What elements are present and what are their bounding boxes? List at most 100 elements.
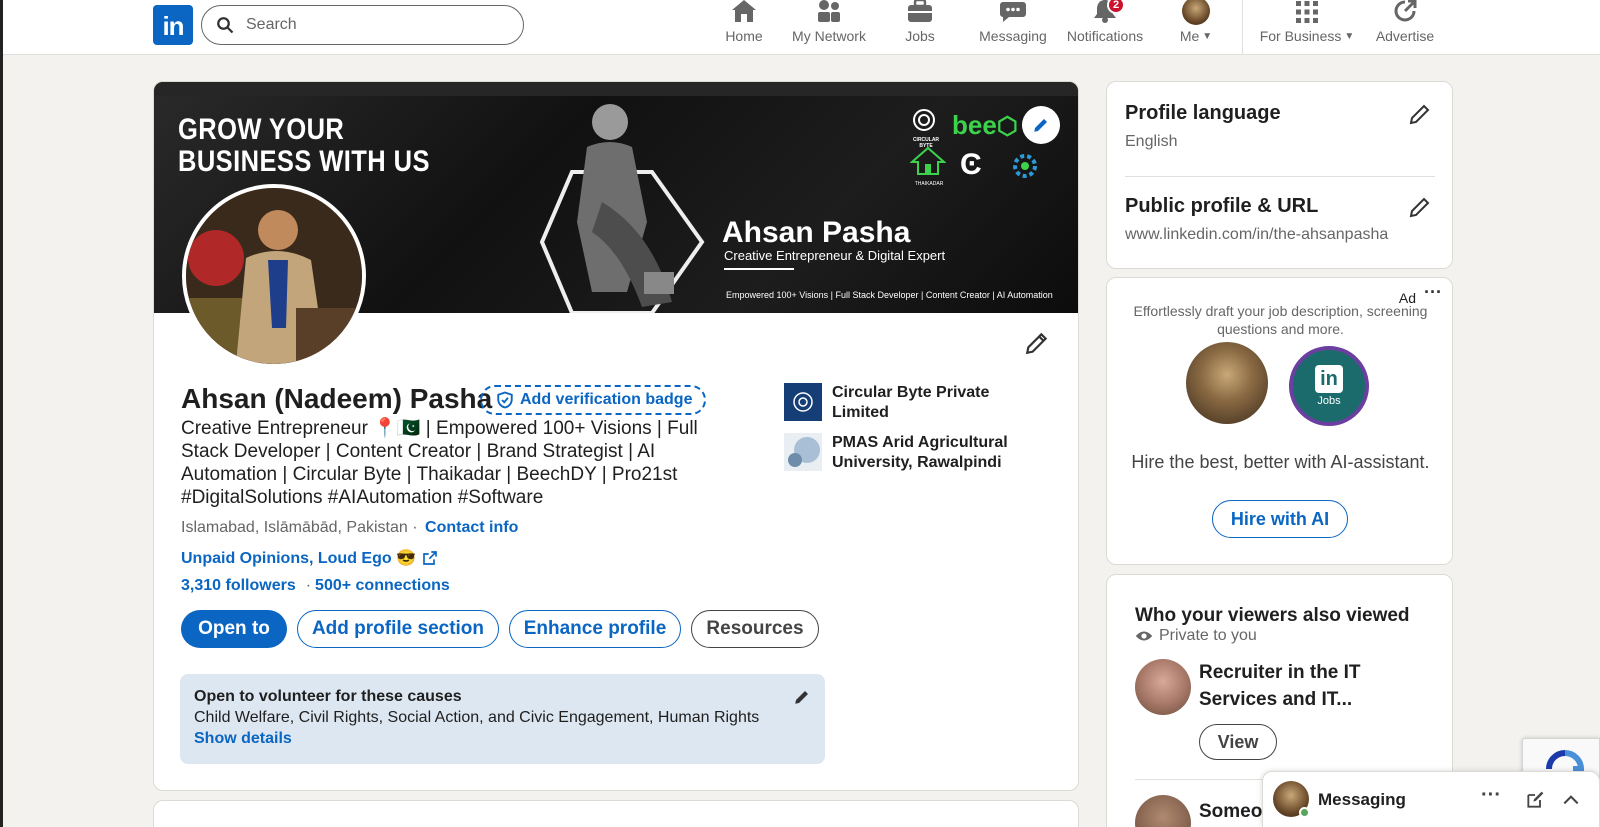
divider (1125, 176, 1435, 177)
profile-avatar[interactable] (182, 184, 366, 368)
website-link-text: Unpaid Opinions, Loud Ego 😎 (181, 550, 417, 567)
viewer-avatar[interactable] (1135, 795, 1191, 827)
logo-text: in (162, 11, 184, 41)
enhance-profile-button[interactable]: Enhance profile (509, 610, 681, 648)
profile-card: GROW YOUR BUSINESS WITH US Ahsan Pasha C… (153, 81, 1079, 791)
profile-name: Ahsan (Nadeem) Pasha (181, 383, 493, 414)
open-to-button[interactable]: Open to (181, 610, 287, 648)
nav-messaging[interactable]: Messaging (974, 0, 1052, 52)
nav-home[interactable]: Home (712, 0, 776, 52)
search-box[interactable] (201, 5, 524, 45)
add-verification-badge-button[interactable]: Add verification badge (480, 385, 707, 415)
network-icon (818, 0, 840, 22)
banner-headline: GROW YOUR BUSINESS WITH US (178, 114, 430, 178)
bee-logo-text: bee (952, 110, 997, 140)
more-options-icon[interactable]: ··· (1424, 282, 1442, 303)
resources-button[interactable]: Resources (691, 610, 819, 648)
linkedin-logo[interactable]: in (153, 5, 193, 45)
org-education-name: PMAS Arid Agricultural University, Rawal… (832, 434, 1008, 471)
banner-underline (724, 268, 794, 270)
nav-my-network[interactable]: My Network (786, 0, 872, 52)
compose-message-button[interactable] (1525, 790, 1545, 815)
nav-notifications[interactable]: 2 Notifications (1062, 0, 1148, 52)
nav-my-network-label: My Network (792, 28, 866, 44)
expand-messaging-button[interactable] (1561, 790, 1581, 815)
messaging-icon (1000, 2, 1026, 22)
search-input[interactable] (246, 16, 496, 34)
show-details-link[interactable]: Show details (194, 730, 811, 748)
viewer-headline-partial[interactable]: Someo (1199, 801, 1262, 823)
home-icon (732, 0, 756, 22)
compose-icon (1527, 791, 1544, 808)
circular-byte-logo: CIRCULAR BYTE (906, 108, 946, 149)
edit-intro-button[interactable] (1024, 330, 1050, 361)
chevron-up-icon (1563, 795, 1579, 805)
nav-for-business-label: For Business (1259, 28, 1342, 44)
public-profile-title: Public profile & URL (1125, 195, 1319, 217)
university-logo (784, 433, 822, 471)
messaging-label: Messaging (1318, 790, 1406, 809)
nav-advertise-label: Advertise (1375, 28, 1435, 44)
org-current-company[interactable]: Circular Byte Private Limited (784, 383, 1032, 423)
connections-link[interactable]: 500+ connections (315, 577, 450, 594)
ad-user-avatar (1186, 342, 1268, 424)
thaikadar-caption: THAIKADAR (914, 181, 944, 187)
private-label: Private to you (1159, 627, 1257, 644)
volunteer-title: Open to volunteer for these causes (194, 688, 462, 705)
view-profile-button[interactable]: View (1199, 724, 1277, 760)
nav-jobs[interactable]: Jobs (888, 0, 952, 52)
messaging-bar[interactable]: Messaging ··· (1262, 771, 1600, 827)
edit-banner-button[interactable] (1022, 106, 1060, 144)
profile-location: Islamabad, Islāmābād, Pakistan · Contact… (181, 519, 518, 537)
briefcase-icon (908, 0, 932, 22)
chevron-down-icon: ▼ (1202, 30, 1213, 42)
eye-icon (1135, 631, 1153, 641)
volunteer-causes-box: Open to volunteer for these causes Child… (180, 674, 825, 764)
pencil-icon (1409, 197, 1430, 218)
linkedin-jobs-logo: in Jobs (1289, 346, 1369, 426)
viewer-avatar[interactable] (1135, 659, 1191, 715)
viewer-headline[interactable]: Recruiter in the IT Services and IT... (1199, 659, 1399, 713)
pencil-icon (1025, 332, 1048, 355)
profile-settings-card: Profile language English Public profile … (1106, 81, 1453, 269)
volunteer-causes: Child Welfare, Civil Rights, Social Acti… (194, 709, 760, 726)
nav-for-business[interactable]: For Business ▼ (1254, 0, 1360, 52)
followers-link[interactable]: 3,310 followers (181, 577, 296, 594)
profile-photo (186, 188, 362, 364)
banner-subtitle: Creative Entrepreneur & Digital Expert (724, 248, 946, 263)
hire-with-ai-button[interactable]: Hire with AI (1212, 500, 1348, 538)
pencil-icon (1034, 119, 1047, 132)
circular-byte-company-logo (784, 383, 822, 421)
pencil-icon (795, 691, 808, 704)
profile-stats: 3,310 followers · 500+ connections (181, 577, 450, 595)
messaging-more-icon[interactable]: ··· (1481, 784, 1501, 807)
edit-volunteer-button[interactable] (793, 688, 811, 711)
jobs-logo-mark: in (1315, 365, 1343, 393)
chevron-down-icon: ▼ (1344, 30, 1355, 42)
edit-language-button[interactable] (1408, 102, 1432, 131)
nav-me[interactable]: Me ▼ (1168, 0, 1224, 52)
grid-icon (1296, 1, 1318, 23)
website-link[interactable]: Unpaid Opinions, Loud Ego 😎 (181, 548, 438, 568)
jobs-logo-caption: Jobs (1317, 395, 1341, 407)
ad-tagline: Hire the best, better with AI-assistant. (1131, 452, 1430, 472)
banner-headline-line1: GROW YOUR (178, 113, 345, 146)
advertise-icon (1394, 0, 1417, 22)
nav-advertise[interactable]: Advertise (1370, 0, 1440, 52)
external-link-icon (423, 551, 437, 565)
online-status-dot (1299, 807, 1310, 818)
search-icon (217, 17, 234, 34)
nav-messaging-label: Messaging (979, 28, 1047, 44)
notifications-badge: 2 (1107, 0, 1125, 14)
add-profile-section-button[interactable]: Add profile section (297, 610, 499, 648)
org-education[interactable]: PMAS Arid Agricultural University, Rawal… (784, 433, 1032, 473)
contact-info-link[interactable]: Contact info (425, 519, 518, 536)
gear-logo (1010, 152, 1044, 182)
nav-divider (1242, 0, 1243, 54)
edit-url-button[interactable] (1408, 195, 1432, 224)
banner-name: Ahsan Pasha (722, 216, 911, 249)
nav-home-label: Home (725, 28, 763, 44)
banner-footer: Empowered 100+ Visions | Full Stack Deve… (726, 290, 1053, 300)
private-to-you: Private to you (1135, 627, 1257, 645)
shield-icon (497, 391, 513, 409)
